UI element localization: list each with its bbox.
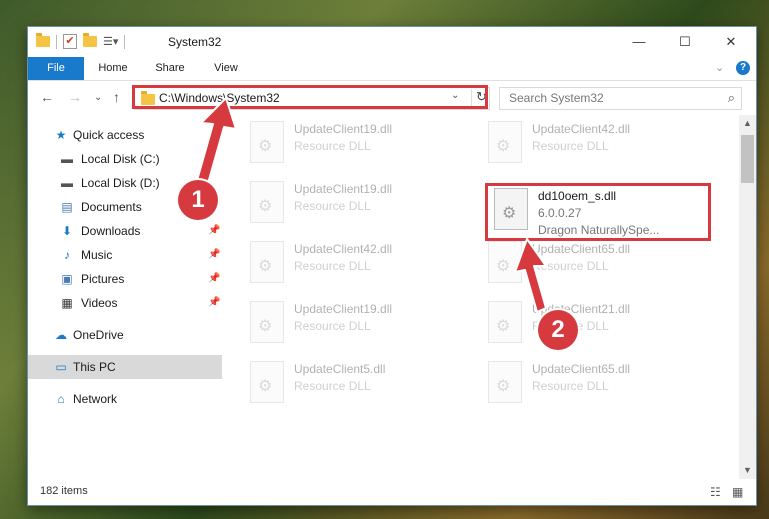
callout-two: 2	[538, 310, 578, 350]
arrow-1	[195, 97, 237, 188]
annotation-arrows	[195, 97, 547, 313]
callout-one: 1	[178, 180, 218, 220]
arrow-2	[514, 238, 547, 313]
